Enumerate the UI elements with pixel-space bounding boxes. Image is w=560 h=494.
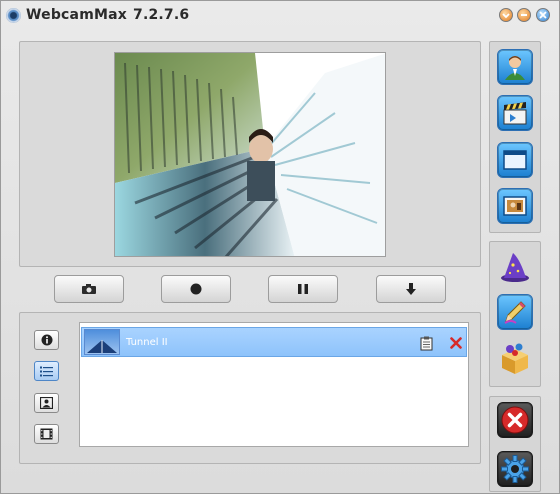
record-button[interactable] <box>161 275 231 303</box>
magic-button[interactable] <box>497 248 533 284</box>
picture-icon <box>503 196 527 216</box>
app-window: WebcamMax 7.2.7.6 Tunnel II <box>0 0 560 494</box>
download-arrow-icon <box>406 283 416 295</box>
window-button[interactable] <box>497 142 533 178</box>
pause-icon <box>298 284 308 294</box>
film-icon <box>40 428 53 440</box>
tab-info[interactable] <box>34 330 59 350</box>
download-button[interactable] <box>376 275 446 303</box>
close-icon <box>539 11 547 19</box>
effect-list-item[interactable]: Tunnel II <box>81 327 467 357</box>
wizard-hat-icon <box>501 253 529 282</box>
x-stop-icon <box>501 406 529 434</box>
clipboard-icon[interactable] <box>418 335 434 351</box>
tab-film[interactable] <box>34 424 59 444</box>
window-icon <box>503 150 527 170</box>
effect-thumbnail <box>84 329 120 355</box>
stop-button[interactable] <box>497 402 533 438</box>
help-button[interactable] <box>499 8 513 22</box>
user-icon <box>505 56 525 80</box>
help-icon <box>502 13 510 19</box>
app-title: WebcamMax 7.2.7.6 <box>26 7 189 23</box>
effects-list: Tunnel II <box>79 322 469 447</box>
minimize-icon <box>521 14 527 16</box>
effects-box-button[interactable] <box>497 340 533 376</box>
delete-icon[interactable] <box>448 335 464 351</box>
media-button[interactable] <box>497 95 533 131</box>
app-name: WebcamMax <box>26 7 128 23</box>
list-icon <box>40 366 53 376</box>
record-icon <box>190 283 202 295</box>
pencil-icon <box>504 301 526 324</box>
tunnel-thumbnail-icon <box>87 340 117 353</box>
effects-panel: Tunnel II <box>19 312 481 464</box>
app-version: 7.2.7.6 <box>133 7 190 23</box>
tab-list[interactable] <box>34 361 59 381</box>
box-icon <box>502 343 528 374</box>
effect-name: Tunnel II <box>126 336 168 348</box>
webcam-logo-icon <box>6 8 21 23</box>
picture-button[interactable] <box>497 188 533 224</box>
tunnel-effect-image <box>115 53 385 256</box>
user-button[interactable] <box>497 49 533 85</box>
info-icon <box>41 334 52 346</box>
settings-button[interactable] <box>497 451 533 487</box>
clapperboard-icon <box>503 102 527 125</box>
snapshot-button[interactable] <box>54 275 124 303</box>
preview-panel <box>19 41 481 267</box>
minimize-button[interactable] <box>517 8 531 22</box>
pause-button[interactable] <box>268 275 338 303</box>
webcam-preview <box>114 52 386 257</box>
tab-portrait[interactable] <box>34 393 59 413</box>
title-bar: WebcamMax 7.2.7.6 <box>1 1 559 31</box>
close-button[interactable] <box>536 8 550 22</box>
portrait-icon <box>40 397 53 409</box>
gear-icon <box>501 455 529 483</box>
camera-icon <box>82 284 96 294</box>
draw-button[interactable] <box>497 294 533 330</box>
